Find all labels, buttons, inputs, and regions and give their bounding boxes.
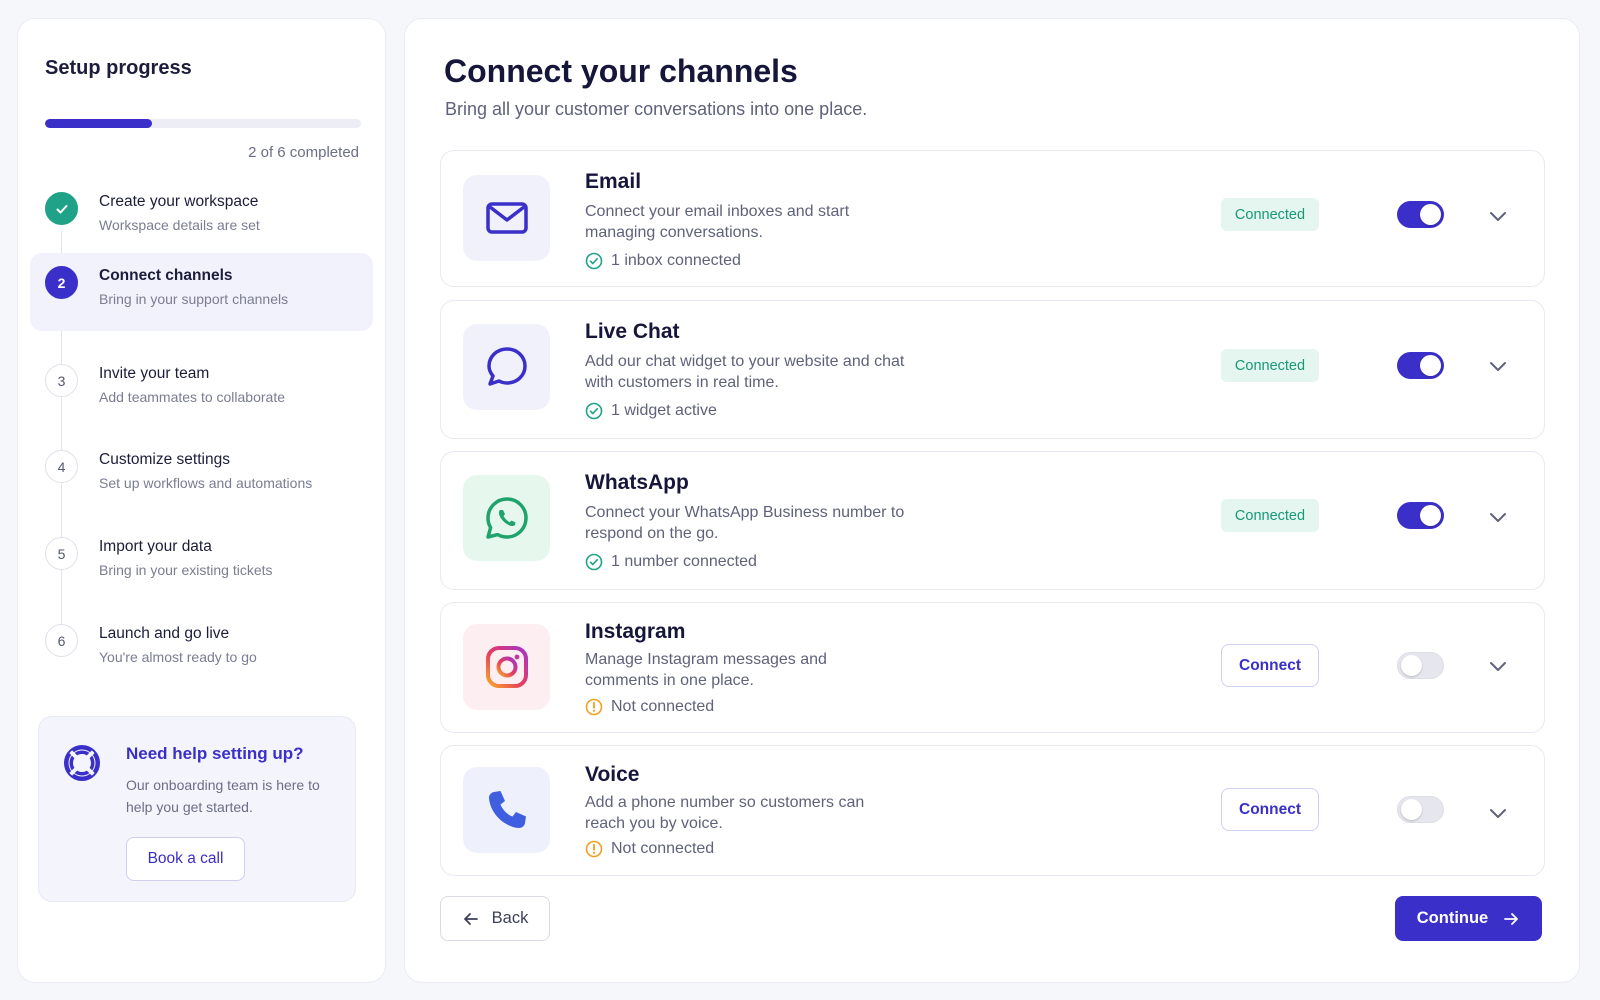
- channel-name: Email: [585, 170, 642, 193]
- channel-toggle[interactable]: [1397, 201, 1444, 228]
- lifebuoy-icon: [62, 743, 102, 783]
- step-subtitle: Set up workflows and automations: [99, 475, 313, 491]
- mail-icon: [463, 175, 550, 261]
- channel-toggle[interactable]: [1397, 796, 1444, 823]
- step-title: Create your workspace: [99, 193, 259, 210]
- channel-status-text: 1 widget active: [611, 402, 717, 419]
- step-create-workspace[interactable]: Create your workspace Workspace details …: [30, 179, 373, 257]
- connected-badge: Connected: [1221, 198, 1319, 231]
- channel-name: Live Chat: [585, 320, 680, 343]
- channel-status: Not connected: [585, 698, 714, 716]
- help-card: Need help setting up? Our onboarding tea…: [38, 716, 356, 902]
- warning-icon: [585, 698, 603, 716]
- channel-description: Connect your email inboxes and start man…: [585, 203, 850, 241]
- progress-text: 2 of 6 completed: [248, 144, 359, 161]
- main-panel: Connect your channels Bring all your cus…: [404, 18, 1580, 983]
- connect-instagram-button[interactable]: Connect: [1221, 644, 1319, 687]
- book-call-button[interactable]: Book a call: [126, 837, 245, 881]
- phone-icon: [463, 767, 550, 853]
- back-label: Back: [491, 909, 529, 927]
- chevron-down-icon[interactable]: [1487, 506, 1509, 528]
- step-title: Connect channels: [99, 267, 233, 284]
- channel-description: Manage Instagram messages and comments i…: [585, 651, 827, 689]
- step-subtitle: Bring in your existing tickets: [99, 562, 273, 578]
- step-number: 5: [45, 537, 78, 570]
- step-connect-channels[interactable]: 2 Connect channels Bring in your support…: [30, 253, 373, 331]
- channel-card-voice: Voice Add a phone number so customers ca…: [440, 745, 1545, 876]
- step-import-data[interactable]: 5 Import your data Bring in your existin…: [30, 524, 373, 602]
- chevron-down-icon[interactable]: [1487, 205, 1509, 227]
- whatsapp-icon: [463, 475, 550, 561]
- channel-description: Add a phone number so customers can reac…: [585, 794, 865, 832]
- step-title: Import your data: [99, 538, 212, 555]
- connected-badge: Connected: [1221, 349, 1319, 382]
- step-title: Customize settings: [99, 451, 230, 468]
- channel-status-text: 1 number connected: [611, 553, 757, 570]
- chevron-down-icon[interactable]: [1487, 655, 1509, 677]
- connect-voice-button[interactable]: Connect: [1221, 788, 1319, 831]
- channel-status: 1 inbox connected: [585, 252, 741, 270]
- chevron-down-icon[interactable]: [1487, 802, 1509, 824]
- page-title: Connect your channels: [444, 53, 798, 89]
- channel-name: WhatsApp: [585, 471, 689, 494]
- page-subtitle: Bring all your customer conversations in…: [445, 99, 868, 119]
- setup-progress-fill: [45, 119, 153, 128]
- channel-card-whatsapp: WhatsApp Connect your WhatsApp Business …: [440, 451, 1545, 590]
- sidebar-title: Setup progress: [45, 57, 192, 79]
- step-subtitle: Add teammates to collaborate: [99, 389, 285, 405]
- step-subtitle: Workspace details are set: [99, 217, 260, 233]
- channel-name: Voice: [585, 763, 640, 786]
- channel-status-text: Not connected: [611, 840, 715, 857]
- status-check-icon: [585, 252, 603, 270]
- instagram-icon: [463, 624, 550, 710]
- step-subtitle: Bring in your support channels: [99, 291, 289, 307]
- arrow-right-icon: [1504, 912, 1519, 925]
- help-title: Need help setting up?: [126, 744, 304, 763]
- channel-status: 1 widget active: [585, 402, 717, 420]
- channel-description: Add our chat widget to your website and …: [585, 353, 905, 391]
- channel-status: Not connected: [585, 840, 714, 858]
- connected-badge: Connected: [1221, 499, 1319, 532]
- setup-progress-bar: [45, 119, 361, 128]
- channel-toggle[interactable]: [1397, 652, 1444, 679]
- channel-card-live-chat: Live Chat Add our chat widget to your we…: [440, 300, 1545, 439]
- continue-button[interactable]: Continue: [1395, 896, 1542, 941]
- step-subtitle: You're almost ready to go: [99, 649, 257, 665]
- channel-toggle[interactable]: [1397, 352, 1444, 379]
- step-number: 3: [45, 364, 78, 397]
- arrow-left-icon: [463, 912, 478, 925]
- step-launch[interactable]: 6 Launch and go live You're almost ready…: [30, 611, 373, 689]
- channel-name: Instagram: [585, 620, 686, 643]
- back-button[interactable]: Back: [440, 896, 550, 941]
- continue-label: Continue: [1416, 909, 1489, 927]
- chevron-down-icon[interactable]: [1487, 355, 1509, 377]
- channel-status-text: 1 inbox connected: [611, 252, 741, 269]
- chat-bubble-icon: [463, 324, 550, 410]
- step-number: 6: [45, 624, 78, 657]
- channel-card-instagram: Instagram Manage Instagram messages and …: [440, 602, 1545, 733]
- channel-status-text: Not connected: [611, 698, 715, 715]
- setup-progress-sidebar: Setup progress 2 of 6 completed Create y…: [17, 18, 386, 983]
- step-number: 2: [45, 266, 78, 299]
- step-invite-team[interactable]: 3 Invite your team Add teammates to coll…: [30, 351, 373, 429]
- step-title: Launch and go live: [99, 625, 230, 642]
- step-number: 4: [45, 450, 78, 483]
- channel-status: 1 number connected: [585, 553, 757, 571]
- step-title: Invite your team: [99, 365, 210, 382]
- channel-description: Connect your WhatsApp Business number to…: [585, 504, 905, 542]
- step-customize-settings[interactable]: 4 Customize settings Set up workflows an…: [30, 437, 373, 515]
- warning-icon: [585, 840, 603, 858]
- channel-card-email: Email Connect your email inboxes and sta…: [440, 150, 1545, 287]
- status-check-icon: [585, 402, 603, 420]
- channel-toggle[interactable]: [1397, 502, 1444, 529]
- step-check-icon: [45, 192, 78, 225]
- status-check-icon: [585, 553, 603, 571]
- help-text: Our onboarding team is here to help you …: [126, 777, 320, 815]
